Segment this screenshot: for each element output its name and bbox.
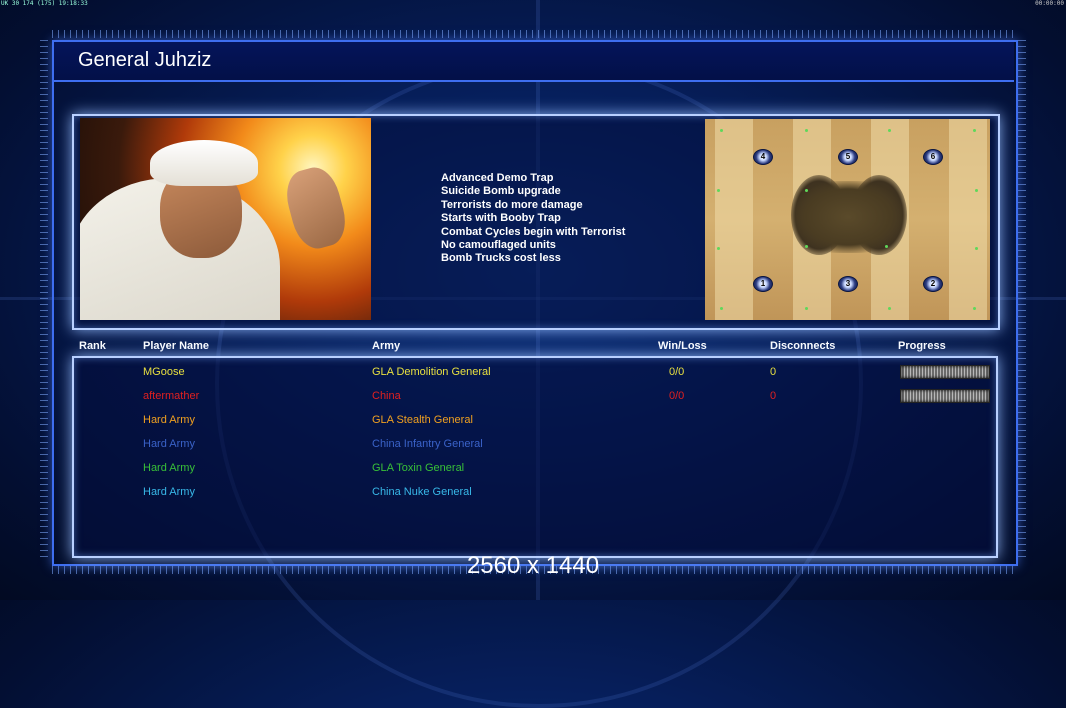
header-player-name: Player Name	[143, 340, 210, 352]
map-spawn-marker: 4	[753, 149, 773, 165]
army-cell: GLA Stealth General	[372, 414, 473, 426]
map-spawn-marker: 1	[753, 276, 773, 292]
map-supply-dot	[805, 129, 808, 132]
disconnects-cell: 0	[770, 366, 777, 378]
ruler-right	[1018, 40, 1026, 562]
header-progress: Progress	[898, 340, 946, 352]
header-army: Army	[372, 340, 401, 352]
army-cell: China Infantry General	[372, 438, 483, 450]
status-left: UK 30 174 (175) 19:18:33	[1, 0, 88, 7]
progress-bar	[900, 365, 990, 379]
map-supply-dot	[720, 307, 723, 310]
map-supply-dot	[888, 129, 891, 132]
map-supply-dot	[975, 189, 978, 192]
progress-bar	[900, 389, 990, 403]
trait-item: Combat Cycles begin with Terrorist	[441, 225, 626, 238]
status-right: 00:00:00	[1035, 0, 1064, 7]
map-spawn-marker: 6	[923, 149, 943, 165]
trait-item: Suicide Bomb upgrade	[441, 185, 561, 198]
map-supply-dot	[973, 129, 976, 132]
army-cell: China	[372, 390, 401, 402]
army-cell: China Nuke General	[372, 486, 472, 498]
win-loss-cell: 0/0	[669, 366, 685, 378]
map-spawn-marker: 2	[923, 276, 943, 292]
army-cell: GLA Demolition General	[372, 366, 491, 378]
trait-item: No camouflaged units	[441, 239, 556, 252]
trait-item: Terrorists do more damage	[441, 198, 583, 211]
table-row[interactable]: aftermather China 0/0 0	[0, 389, 1066, 404]
player-name-cell: Hard Army	[143, 438, 195, 450]
player-name-cell: Hard Army	[143, 414, 195, 426]
resolution-label: 2560 x 1440	[466, 552, 600, 579]
table-row[interactable]: MGoose GLA Demolition General 0/0 0	[0, 365, 1066, 380]
map-supply-dot	[805, 245, 808, 248]
trait-item: Advanced Demo Trap	[441, 172, 554, 184]
trait-item: Starts with Booby Trap	[441, 212, 561, 225]
table-row[interactable]: Hard Army GLA Toxin General	[0, 462, 1066, 476]
header-win-loss: Win/Loss	[658, 340, 707, 352]
player-table-panel	[72, 356, 998, 558]
map-supply-dot	[717, 247, 720, 250]
table-header-row: Rank Player Name Army Win/Loss Disconnec…	[0, 340, 1066, 354]
player-name-cell: Hard Army	[143, 486, 195, 498]
map-supply-dot	[717, 189, 720, 192]
map-supply-dot	[720, 129, 723, 132]
map-supply-dot	[805, 307, 808, 310]
trait-item: Bomb Trucks cost less	[441, 252, 561, 265]
header-rank: Rank	[79, 340, 106, 352]
disconnects-cell: 0	[770, 390, 777, 402]
map-spawn-marker: 5	[838, 149, 858, 165]
win-loss-cell: 0/0	[669, 390, 685, 402]
player-name-cell: Hard Army	[143, 462, 195, 474]
map-supply-dot	[885, 245, 888, 248]
ruler-left	[40, 40, 48, 562]
player-name-cell: MGoose	[143, 366, 185, 378]
status-bar: UK 30 174 (175) 19:18:33 00:00:00	[0, 0, 1066, 8]
ruler-top	[52, 30, 1018, 38]
player-name-cell: aftermather	[143, 390, 200, 402]
table-row[interactable]: Hard Army GLA Stealth General	[0, 414, 1066, 428]
map-preview: 4 5 6 1 3 2	[705, 119, 990, 320]
map-supply-dot	[805, 189, 808, 192]
map-supply-dot	[888, 307, 891, 310]
general-portrait	[80, 118, 371, 320]
header-disconnects: Disconnects	[770, 340, 836, 352]
map-spawn-marker: 3	[838, 276, 858, 292]
general-title: General Juhziz	[78, 49, 212, 71]
general-traits-list: Advanced Demo Trap Suicide Bomb upgrade …	[441, 172, 625, 266]
table-row[interactable]: Hard Army China Infantry General	[0, 438, 1066, 452]
map-supply-dot	[973, 307, 976, 310]
army-cell: GLA Toxin General	[372, 462, 465, 474]
table-row[interactable]: Hard Army China Nuke General	[0, 486, 1066, 500]
map-supply-dot	[975, 247, 978, 250]
